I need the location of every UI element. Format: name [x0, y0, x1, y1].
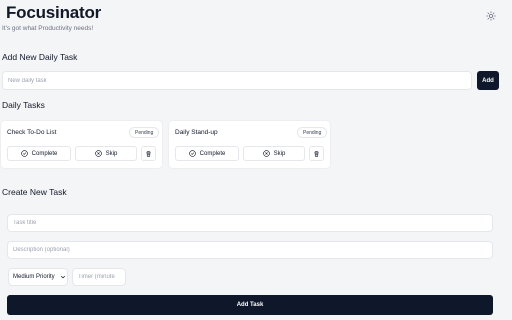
skip-label: Skip	[273, 150, 286, 157]
add-daily-task-button[interactable]: Add	[477, 71, 499, 90]
task-title-input[interactable]	[7, 214, 493, 232]
complete-button[interactable]: Complete	[7, 146, 71, 161]
add-daily-heading: Add New Daily Task	[2, 52, 78, 62]
complete-label: Complete	[31, 150, 58, 157]
priority-selected-value: Medium Priority	[13, 274, 55, 280]
skip-button[interactable]: Skip	[243, 146, 305, 161]
task-description-input[interactable]	[7, 241, 493, 259]
chevron-down-icon	[60, 274, 67, 281]
app-title: Focusinator	[6, 3, 102, 22]
app-subtitle: It's got what Productivity needs!	[2, 25, 94, 32]
status-badge: Pending	[297, 127, 328, 138]
complete-label: Complete	[199, 150, 226, 157]
trash-icon	[313, 150, 320, 157]
add-task-button[interactable]: Add Task	[7, 295, 493, 315]
daily-task-card: Check To-Do List Pending Complete Skip	[1, 121, 162, 168]
task-name: Daily Stand-up	[175, 129, 218, 136]
timer-minutes-input[interactable]	[72, 268, 126, 286]
create-task-heading: Create New Task	[2, 187, 67, 197]
daily-tasks-heading: Daily Tasks	[2, 100, 45, 110]
delete-button[interactable]	[141, 146, 156, 161]
check-circle-icon	[20, 150, 28, 157]
skip-button[interactable]: Skip	[75, 146, 137, 161]
check-circle-icon	[188, 150, 196, 157]
new-daily-task-input[interactable]	[2, 71, 472, 90]
skip-label: Skip	[105, 150, 118, 157]
delete-button[interactable]	[309, 146, 324, 161]
x-circle-icon	[94, 150, 102, 157]
sun-icon[interactable]	[485, 10, 497, 22]
status-badge: Pending	[129, 127, 160, 138]
task-name: Check To-Do List	[7, 129, 57, 136]
trash-icon	[145, 150, 152, 157]
x-circle-icon	[262, 150, 270, 157]
daily-task-card: Daily Stand-up Pending Complete Skip	[169, 121, 330, 168]
complete-button[interactable]: Complete	[175, 146, 239, 161]
priority-select[interactable]: Medium Priority	[8, 268, 68, 286]
